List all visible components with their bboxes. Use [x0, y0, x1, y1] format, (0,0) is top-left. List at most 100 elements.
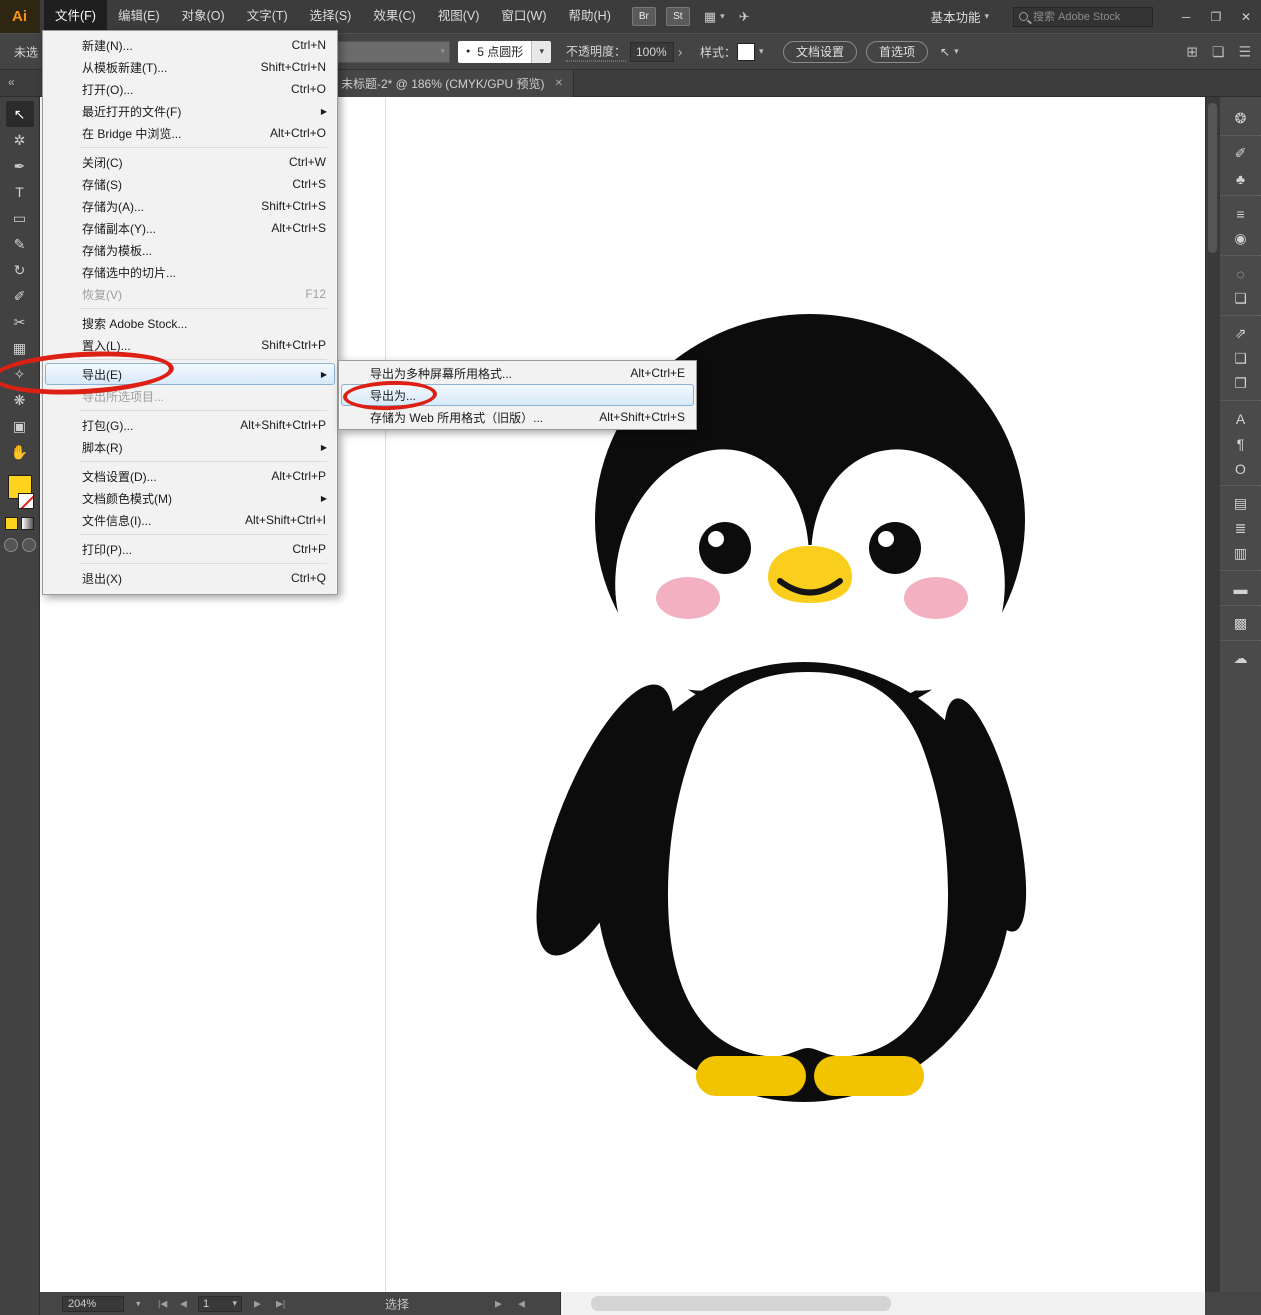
collapse-panel-icon[interactable]: « — [8, 75, 15, 89]
opentype-panel-icon[interactable]: O — [1228, 456, 1254, 481]
app-logo[interactable]: Ai — [0, 0, 40, 33]
paintbrush-tool[interactable]: ✐ — [6, 283, 34, 309]
vertical-scrollbar[interactable] — [1205, 97, 1219, 1315]
close-button[interactable]: ✕ — [1231, 6, 1261, 28]
file-menu-item[interactable]: 置入(L)...Shift+Ctrl+P — [45, 334, 335, 356]
last-artboard-icon[interactable]: ▶| — [276, 1298, 285, 1309]
stroke-color-swatch[interactable] — [18, 493, 34, 509]
layers-panel-icon[interactable]: ❑ — [1228, 346, 1254, 371]
gradient-mode-icon[interactable] — [21, 517, 34, 530]
graphic-styles-panel-icon[interactable]: ❏ — [1228, 286, 1254, 311]
draw-normal-icon[interactable] — [4, 538, 18, 552]
artboards-panel-icon[interactable]: ❐ — [1228, 371, 1254, 396]
pathfinder-panel-icon[interactable]: ▥ — [1228, 541, 1254, 566]
color-mode-icon[interactable] — [5, 517, 18, 530]
opacity-link[interactable]: 不透明度： — [566, 42, 626, 61]
gradient-panel-icon[interactable]: ▬ — [1228, 576, 1254, 601]
search-input[interactable] — [1033, 11, 1148, 23]
file-menu-item[interactable]: 恢复(V)F12 — [45, 283, 335, 305]
symbol-sprayer-tool[interactable]: ❋ — [6, 387, 34, 413]
color-panel-icon[interactable]: ❂ — [1228, 106, 1254, 131]
style-swatch-dropdown[interactable]: ▾ — [737, 43, 764, 61]
arrange-documents-icon[interactable]: ▦ — [704, 9, 716, 25]
character-panel-icon[interactable]: A — [1228, 406, 1254, 431]
file-menu-item[interactable]: 文档设置(D)...Alt+Ctrl+P — [45, 465, 335, 487]
dock-grid-icon[interactable]: ⊞ — [1186, 43, 1198, 60]
chevron-down-icon[interactable]: ▾ — [531, 41, 551, 63]
pencil-tool[interactable]: ✎ — [6, 231, 34, 257]
file-menu-item[interactable]: 搜索 Adobe Stock... — [45, 312, 335, 334]
rectangle-tool[interactable]: ▭ — [6, 205, 34, 231]
menubar-item-7[interactable]: 窗口(W) — [490, 0, 557, 33]
pattern-options-panel-icon[interactable]: ▩ — [1228, 611, 1254, 636]
magic-wand-tool[interactable]: ✲ — [6, 127, 34, 153]
scrollbar-thumb[interactable] — [591, 1296, 891, 1311]
eyedropper-tool[interactable]: ✧ — [6, 361, 34, 387]
opacity-input[interactable]: 100% — [630, 42, 674, 62]
file-menu-item[interactable]: 导出所选项目... — [45, 385, 335, 407]
file-menu-item[interactable]: 从模板新建(T)...Shift+Ctrl+N — [45, 56, 335, 78]
appearance-panel-icon[interactable]: ◌ — [1228, 261, 1254, 286]
selection-tool[interactable]: ↖ — [6, 101, 34, 127]
minimize-button[interactable]: ─ — [1171, 6, 1201, 28]
export-panel-icon[interactable]: ⇗ — [1228, 321, 1254, 346]
pen-tool[interactable]: ✒ — [6, 153, 34, 179]
maximize-button[interactable]: ❐ — [1201, 6, 1231, 28]
menubar-item-8[interactable]: 帮助(H) — [558, 0, 622, 33]
artboard-tool[interactable]: ▣ — [6, 413, 34, 439]
file-menu-item[interactable]: 存储为(A)...Shift+Ctrl+S — [45, 195, 335, 217]
mesh-tool[interactable]: ▦ — [6, 335, 34, 361]
stock-button[interactable]: St — [666, 7, 690, 26]
swatches-panel-icon[interactable]: ◉ — [1228, 226, 1254, 251]
scroll-right-arrow[interactable]: ◀ — [518, 1298, 525, 1309]
file-menu-item[interactable]: 存储选中的切片... — [45, 261, 335, 283]
type-tool[interactable]: T — [6, 179, 34, 205]
align-panel-icon[interactable]: ≣ — [1228, 516, 1254, 541]
file-menu-item[interactable]: 新建(N)...Ctrl+N — [45, 34, 335, 56]
file-menu-item[interactable]: 关闭(C)Ctrl+W — [45, 151, 335, 173]
panel-list-icon[interactable]: ☰ — [1238, 43, 1251, 60]
file-menu-item[interactable]: 导出(E)▶ — [45, 363, 335, 385]
zoom-menu-icon[interactable]: ▾ — [136, 1298, 141, 1309]
opacity-menu-arrow[interactable]: › — [678, 44, 682, 59]
hand-tool[interactable]: ✋ — [6, 439, 34, 465]
export-submenu-item[interactable]: 导出为... — [341, 384, 694, 406]
menubar-item-4[interactable]: 选择(S) — [299, 0, 363, 33]
file-menu-item[interactable]: 文件信息(I)...Alt+Shift+Ctrl+I — [45, 509, 335, 531]
scrollbar-thumb[interactable] — [1208, 103, 1217, 253]
menubar-item-3[interactable]: 文字(T) — [236, 0, 299, 33]
arrange-documents-icon[interactable]: ❏ — [1212, 43, 1225, 60]
horizontal-scrollbar[interactable] — [560, 1292, 1205, 1315]
document-setup-button[interactable]: 文档设置 — [783, 41, 857, 63]
transform-panel-icon[interactable]: ▤ — [1228, 491, 1254, 516]
file-menu-item[interactable]: 打包(G)...Alt+Shift+Ctrl+P — [45, 414, 335, 436]
file-menu-item[interactable]: 退出(X)Ctrl+Q — [45, 567, 335, 589]
menubar-item-2[interactable]: 对象(O) — [171, 0, 236, 33]
file-menu-item[interactable]: 文档颜色模式(M)▶ — [45, 487, 335, 509]
file-menu-item[interactable]: 在 Bridge 中浏览...Alt+Ctrl+O — [45, 122, 335, 144]
stock-search-box[interactable] — [1013, 7, 1153, 27]
file-menu-item[interactable]: 存储(S)Ctrl+S — [45, 173, 335, 195]
export-submenu-item[interactable]: 导出为多种屏幕所用格式...Alt+Ctrl+E — [341, 362, 694, 384]
next-artboard-icon[interactable]: ▶ — [254, 1298, 261, 1309]
export-submenu-item[interactable]: 存储为 Web 所用格式（旧版）...Alt+Shift+Ctrl+S — [341, 406, 694, 428]
menubar-item-0[interactable]: 文件(F) — [44, 0, 107, 33]
variable-width-dropdown[interactable]: ▾ — [330, 41, 450, 63]
paragraph-panel-icon[interactable]: ¶ — [1228, 431, 1254, 456]
scroll-left-arrow[interactable]: ▶ — [495, 1298, 502, 1309]
file-menu-item[interactable]: 打开(O)...Ctrl+O — [45, 78, 335, 100]
symbols-panel-icon[interactable]: ♣ — [1228, 166, 1254, 191]
menubar-item-5[interactable]: 效果(C) — [362, 0, 426, 33]
artboard-navigation-input[interactable]: 1 ▾ — [198, 1296, 242, 1312]
preferences-button[interactable]: 首选项 — [866, 41, 928, 63]
menubar-item-6[interactable]: 视图(V) — [427, 0, 491, 33]
brushes-panel-icon[interactable]: ✐ — [1228, 141, 1254, 166]
previous-artboard-icon[interactable]: ◀ — [180, 1298, 187, 1309]
document-tab[interactable]: 未标题-2* @ 186% (CMYK/GPU 预览) ✕ — [330, 70, 574, 97]
file-menu-item[interactable]: 打印(P)...Ctrl+P — [45, 538, 335, 560]
first-artboard-icon[interactable]: |◀ — [158, 1298, 167, 1309]
share-icon[interactable]: ✈ — [739, 9, 750, 25]
width-tool[interactable]: ✂ — [6, 309, 34, 335]
close-tab-icon[interactable]: ✕ — [555, 78, 563, 89]
menubar-item-1[interactable]: 编辑(E) — [107, 0, 171, 33]
